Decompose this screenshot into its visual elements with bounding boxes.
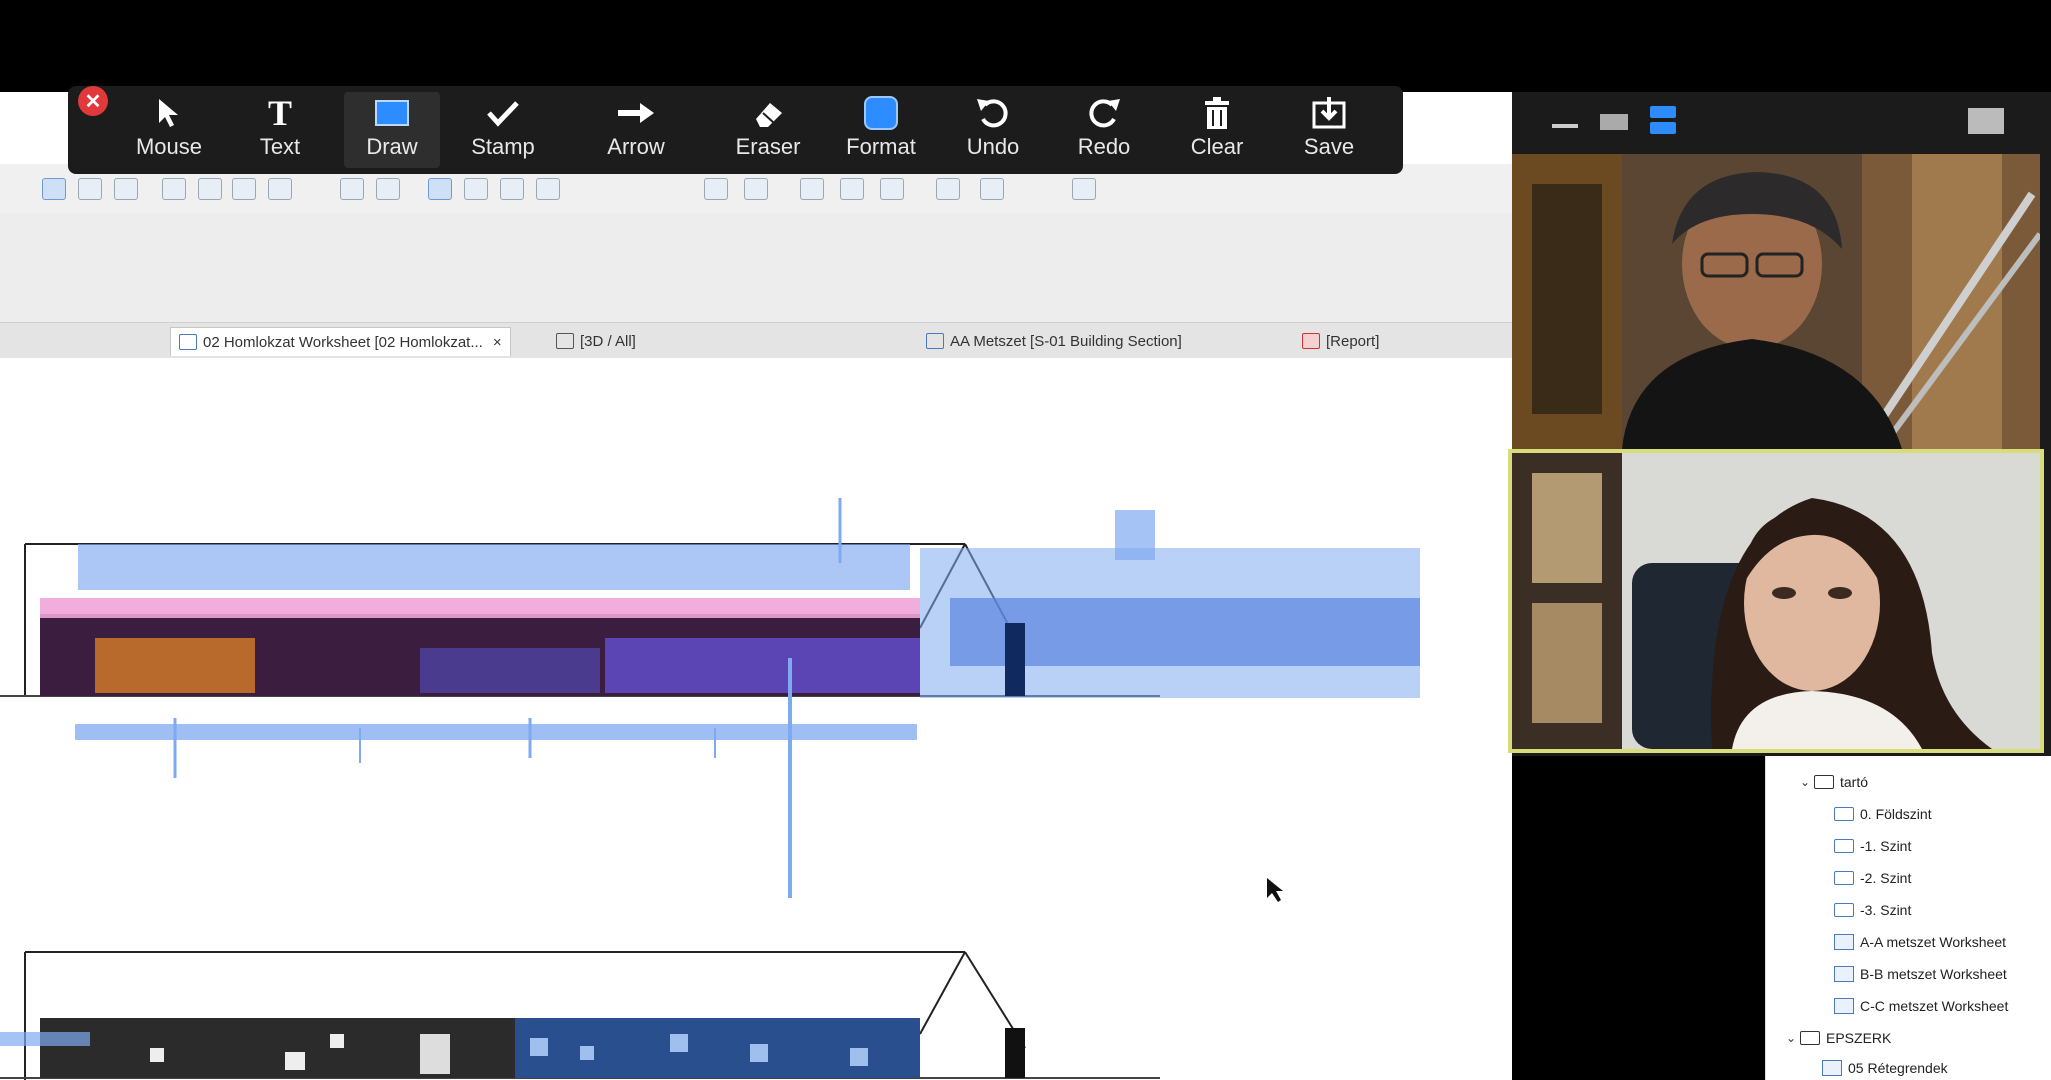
spline-tool-icon[interactable] (268, 178, 292, 200)
annotation-toolbar: Mouse T Text Draw Stamp Arrow Eraser For… (68, 86, 1403, 174)
polyline-tool-icon[interactable] (232, 178, 256, 200)
undo-tool-button[interactable]: Undo (945, 92, 1041, 168)
chevron-down-icon[interactable]: ⌄ (1786, 1031, 1800, 1045)
save-download-icon (1312, 97, 1346, 129)
draw-tool-button[interactable]: Draw (344, 92, 440, 168)
svg-text:T: T (268, 95, 292, 131)
fly-tool-icon[interactable] (880, 178, 904, 200)
wall-tool-icon[interactable] (78, 178, 102, 200)
text-icon: T (268, 95, 292, 131)
nav-item-bb-metszet[interactable]: B-B metszet Worksheet (1834, 962, 2007, 986)
trash-icon (1205, 97, 1229, 129)
checkmark-icon (487, 101, 519, 127)
clear-tool-button[interactable]: Clear (1169, 92, 1265, 168)
format-tool-button[interactable]: Format (833, 92, 929, 168)
fill-tool-icon[interactable] (340, 178, 364, 200)
nav-item-retegrendek[interactable]: 05 Rétegrendek (1822, 1056, 1948, 1080)
chevron-down-icon[interactable]: ⌄ (1800, 775, 1814, 789)
video-panel-header (1512, 92, 2051, 154)
draw-rect-icon (375, 100, 409, 126)
measure-tool-icon[interactable] (704, 178, 728, 200)
folder-icon (1834, 871, 1854, 885)
nav-item-szint-3[interactable]: -3. Szint (1834, 898, 1911, 922)
folder-icon (1834, 903, 1854, 917)
elevation-drawing (0, 498, 1420, 1080)
mouse-cursor-icon (1267, 878, 1283, 902)
tab-report[interactable]: [Report] (1294, 327, 1387, 355)
text-tool-button[interactable]: T Text (232, 92, 328, 168)
undo-icon (977, 99, 1008, 128)
format-swatch-icon (864, 96, 898, 130)
save-tool-button[interactable]: Save (1281, 92, 1377, 168)
undo-cad-icon[interactable] (1072, 178, 1096, 200)
pen-icon[interactable] (980, 178, 1004, 200)
select-tool-icon[interactable] (42, 178, 66, 200)
worksheet-icon (1822, 1060, 1842, 1076)
top-black-bar (0, 0, 2051, 92)
eye-tool-icon[interactable] (464, 178, 488, 200)
elevation-1 (0, 498, 1420, 898)
toolbar-area (0, 214, 1512, 334)
line-tool-icon[interactable] (162, 178, 186, 200)
layer-tool-icon[interactable] (500, 178, 524, 200)
arc-tool-icon[interactable] (198, 178, 222, 200)
tab-aa-metszet[interactable]: AA Metszet [S-01 Building Section] (918, 327, 1190, 355)
participant-video-1[interactable] (1512, 154, 2040, 449)
nav-item-cc-metszet[interactable]: C-C metszet Worksheet (1834, 994, 2008, 1018)
minimize-icon[interactable] (1552, 124, 1578, 128)
eraser-tool-button[interactable]: Eraser (720, 92, 816, 168)
report-icon (1302, 333, 1320, 349)
arrow-tool-button[interactable]: Arrow (588, 92, 684, 168)
worksheet-icon (1834, 998, 1854, 1014)
layout-toggle-icon[interactable] (1968, 108, 2004, 134)
walk-tool-icon[interactable] (840, 178, 864, 200)
nav-item-tarto[interactable]: ⌄ tartó (1800, 770, 1868, 794)
stamp-tool-button[interactable]: Stamp (455, 92, 551, 168)
folder-icon (1834, 839, 1854, 853)
visibility-icon[interactable] (936, 178, 960, 200)
tab-close-icon[interactable]: × (493, 334, 502, 351)
text-tool-icon[interactable] (114, 178, 138, 200)
speaker-view-icon[interactable] (1650, 106, 1676, 118)
folder-icon (1834, 807, 1854, 821)
redo-tool-button[interactable]: Redo (1056, 92, 1152, 168)
participant-1-image (1512, 154, 2040, 449)
thumbnail-view-icon[interactable] (1600, 114, 1628, 130)
worksheet-icon (179, 334, 197, 350)
layer-combo-icon[interactable] (536, 178, 560, 200)
dimension-tool-icon[interactable] (744, 178, 768, 200)
hotspot-tool-icon[interactable] (376, 178, 400, 200)
participant-2-image (1512, 453, 2040, 749)
folder-icon (1814, 775, 1834, 789)
arrow-right-icon (618, 103, 654, 123)
folder-icon (1800, 1031, 1820, 1045)
eraser-icon (756, 103, 782, 127)
close-annotation-button[interactable]: ✕ (78, 86, 108, 116)
drawing-canvas[interactable] (0, 358, 1512, 1080)
mouse-pointer-icon (159, 99, 178, 127)
worksheet-icon (1834, 966, 1854, 982)
nav-item-epszerk[interactable]: ⌄ EPSZERK (1786, 1026, 1891, 1050)
nav-item-szint-2[interactable]: -2. Szint (1834, 866, 1911, 890)
tab-3d-all[interactable]: [3D / All] (548, 327, 644, 355)
video-panel-controls (1552, 106, 2004, 134)
redo-icon (1089, 99, 1120, 128)
worksheet-icon (1834, 934, 1854, 950)
participant-video-2[interactable] (1508, 449, 2044, 753)
3d-view-icon (556, 333, 574, 349)
view-tool-icon[interactable] (428, 178, 452, 200)
section-icon (926, 333, 944, 349)
nav-item-foldszint[interactable]: 0. Földszint (1834, 802, 1932, 826)
navigator-panel: ⌄ tartó 0. Földszint -1. Szint -2. Szint… (1765, 740, 2051, 1080)
elevation-2 (0, 951, 1160, 1080)
view-tab-bar: 02 Homlokzat Worksheet [02 Homlokzat... … (0, 322, 1512, 360)
mouse-tool-button[interactable]: Mouse (121, 92, 217, 168)
cad-application: 02 Homlokzat Worksheet [02 Homlokzat... … (0, 92, 1512, 1080)
nav-item-szint-1[interactable]: -1. Szint (1834, 834, 1911, 858)
orbit-tool-icon[interactable] (800, 178, 824, 200)
nav-item-aa-metszet[interactable]: A-A metszet Worksheet (1834, 930, 2006, 954)
tab-homlokzat-worksheet[interactable]: 02 Homlokzat Worksheet [02 Homlokzat... … (170, 327, 511, 356)
